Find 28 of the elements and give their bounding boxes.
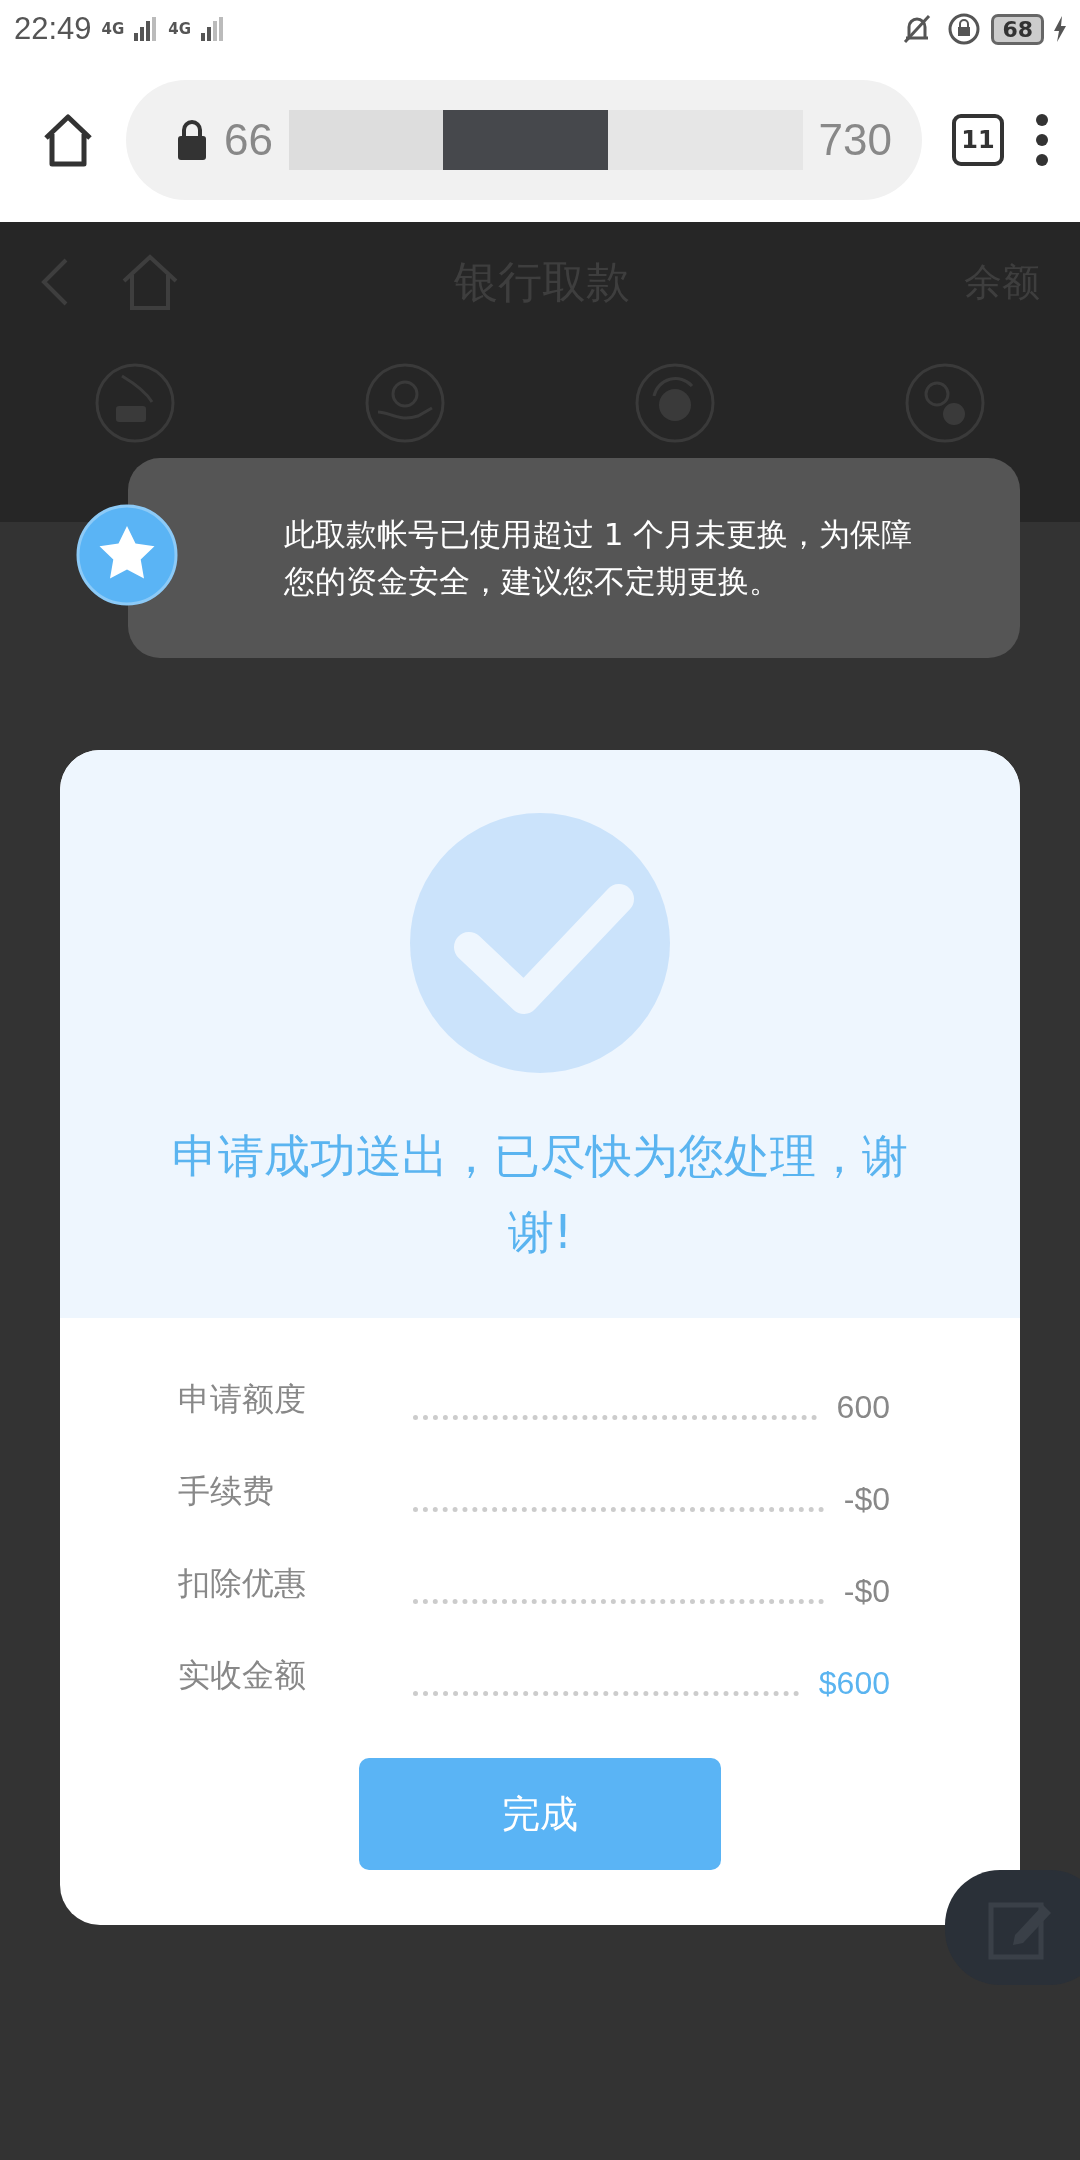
amount-label: 实收金额: [178, 1655, 307, 1696]
tab-count[interactable]: 11: [952, 114, 1004, 166]
amount-label: 扣除优惠: [178, 1563, 307, 1604]
edit-button[interactable]: [945, 1870, 1080, 1985]
check-circle-icon: [409, 812, 671, 1074]
more-menu-icon[interactable]: [1034, 114, 1050, 166]
network-type: 4G: [101, 20, 125, 38]
toast-text: 此取款帐号已使用超过 1 个月未更换，为保障您的资金安全，建议您不定期更换。: [284, 515, 914, 601]
signal-icon: [201, 17, 226, 41]
lock-icon: [176, 118, 208, 162]
done-button[interactable]: 完成: [359, 1758, 721, 1870]
url-text: 66: [224, 115, 273, 165]
success-title: 申请成功送出，已尽快为您处理，谢谢!: [171, 1128, 909, 1261]
battery-level: 68: [991, 13, 1044, 45]
rotation-lock-icon: [947, 12, 982, 46]
address-bar[interactable]: 66 730: [126, 80, 922, 200]
back-icon[interactable]: [40, 257, 70, 307]
amount-label: 申请额度: [178, 1379, 307, 1420]
charging-icon: [1054, 16, 1066, 42]
clock-time: 22:49: [14, 11, 92, 47]
signal-icon: [134, 17, 159, 41]
amount-label: 手续费: [178, 1471, 275, 1512]
amount-value: 600: [836, 1389, 890, 1426]
amount-value: $600: [818, 1665, 890, 1702]
network-type: 4G: [168, 20, 192, 38]
url-text: 730: [818, 115, 892, 165]
amount-value: -$0: [843, 1573, 890, 1610]
amount-value: -$0: [843, 1481, 890, 1518]
